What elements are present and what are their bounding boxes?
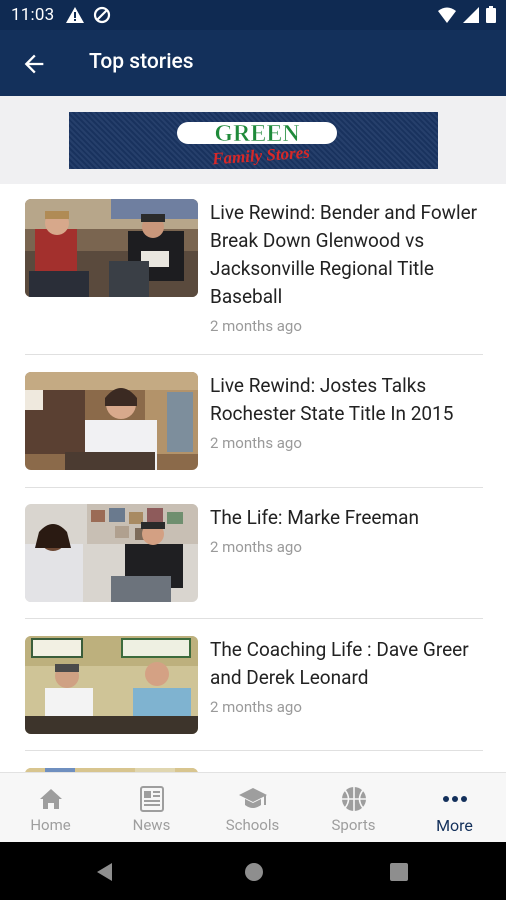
data-saver-icon [93,6,111,24]
nav-label: Schools [225,816,280,834]
nav-label: Home [30,816,71,834]
svg-text:GREEN: GREEN [214,121,300,147]
status-bar: 11:03 [0,0,506,30]
status-time: 11:03 [11,5,55,25]
story-item[interactable]: Live Rewind: Jostes Talks Rochester Stat… [25,372,483,472]
story-divider [25,487,483,488]
story-timestamp: 2 months ago [210,317,302,335]
recents-icon[interactable] [389,862,409,882]
story-title[interactable]: The Life: Marke Freeman [210,504,478,532]
app-bar: Top stories [0,30,506,96]
story-thumbnail[interactable] [25,372,198,470]
nav-item-more[interactable]: More [404,773,505,843]
story-thumbnail[interactable] [25,636,198,734]
story-thumbnail[interactable] [25,199,198,297]
story-feed[interactable]: Live Rewind: Bender and Fowler Break Dow… [0,184,506,772]
sponsor-banner[interactable]: GREEN Family Stores [69,112,438,169]
more-icon [442,796,467,802]
story-thumbnail[interactable] [25,504,198,602]
story-divider [25,618,483,619]
story-divider [25,750,483,751]
page-title: Top stories [89,50,194,74]
story-title[interactable]: Live Rewind: Jostes Talks Rochester Stat… [210,372,478,428]
bottom-navigation: Home News Schools Sports More [0,772,506,843]
back-arrow-icon[interactable] [20,50,48,78]
battery-icon [486,6,496,23]
cell-signal-icon [463,6,479,23]
story-item[interactable]: The Coaching Life : Dave Greer and Derek… [25,636,483,736]
nav-item-schools[interactable]: Schools [202,773,303,843]
story-timestamp: 2 months ago [210,538,302,556]
warning-icon [66,7,84,23]
story-item[interactable]: Live Rewind: Bender and Fowler Break Dow… [25,199,483,339]
nav-label: Sports [331,816,376,834]
green-family-stores-logo: GREEN Family Stores [177,121,337,166]
school-icon [238,788,267,808]
nav-item-home[interactable]: Home [0,773,101,843]
nav-label: News [132,816,171,834]
nav-item-news[interactable]: News [101,773,202,843]
home-icon [39,789,62,809]
nav-label: More [436,816,473,835]
story-divider [25,354,483,355]
story-title[interactable]: Live Rewind: Bender and Fowler Break Dow… [210,199,478,311]
story-title[interactable]: The Coaching Life : Dave Greer and Derek… [210,636,478,692]
banner-area: GREEN Family Stores [0,96,506,184]
back-icon[interactable] [94,861,116,883]
story-timestamp: 2 months ago [210,698,302,716]
wifi-icon [438,7,456,23]
system-navigation-bar [0,842,506,900]
basketball-icon [341,787,366,811]
news-icon [139,786,164,812]
story-timestamp: 2 months ago [210,434,302,452]
nav-item-sports[interactable]: Sports [303,773,404,843]
story-item[interactable]: The Life: Marke Freeman 2 months ago [25,504,483,604]
home-button-icon[interactable] [243,861,265,883]
